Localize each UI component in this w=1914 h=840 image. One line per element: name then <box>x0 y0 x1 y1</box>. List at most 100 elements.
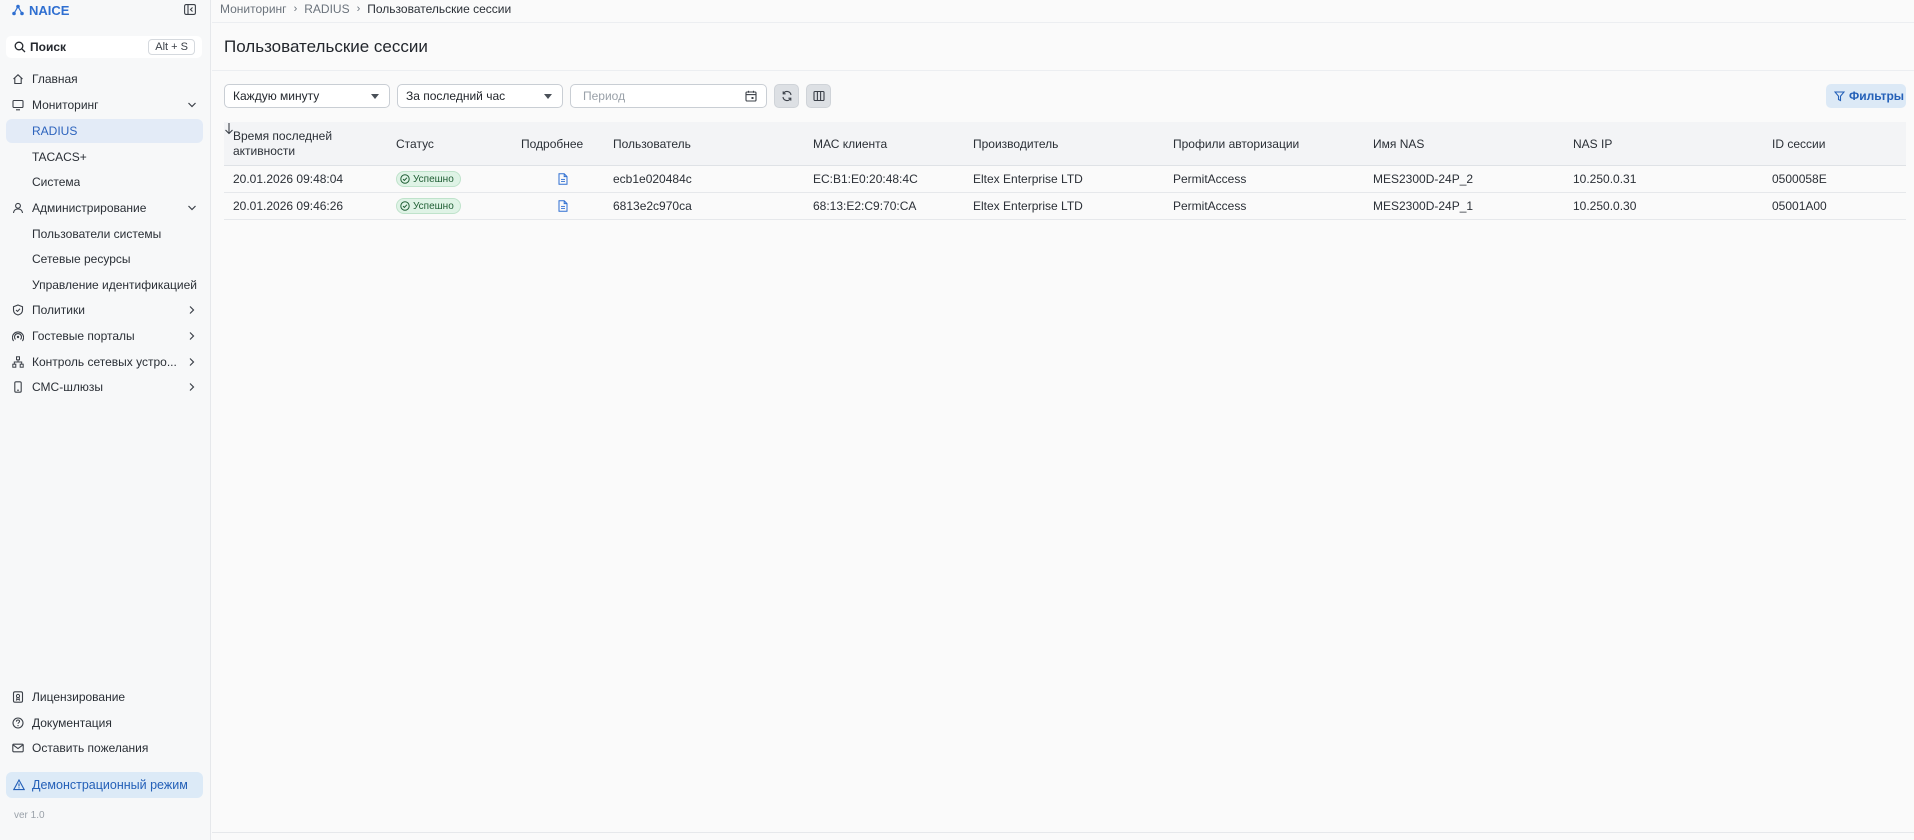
cell-details <box>558 166 568 192</box>
sidebar-item-label: TACACS+ <box>32 150 87 164</box>
cell-session-id: 0500058E <box>1772 172 1827 186</box>
sidebar-item-policies[interactable]: Политики <box>6 298 203 322</box>
app-logo[interactable]: NAICE <box>12 1 69 19</box>
demo-mode-banner[interactable]: Демонстрационный режим <box>6 772 203 798</box>
sidebar-item-feedback[interactable]: Оставить пожелания <box>6 736 203 760</box>
chevron-right-icon <box>189 383 195 391</box>
cell-mac: 68:13:E2:C9:70:CA <box>813 199 917 213</box>
sidebar-item-network-device-control[interactable]: Контроль сетевых устро... <box>6 350 203 374</box>
filters-button[interactable]: Фильтры <box>1826 84 1906 108</box>
sidebar-item-guest-portals[interactable]: Гостевые порталы <box>6 324 203 348</box>
network-icon <box>12 356 24 368</box>
sidebar-item-tacacs[interactable]: TACACS+ <box>6 145 203 169</box>
refresh-interval-select[interactable]: Каждую минуту <box>224 84 390 108</box>
chevron-right-icon: › <box>293 3 298 15</box>
sidebar-item-monitoring[interactable]: Мониторинг <box>6 93 203 117</box>
sidebar-item-licensing[interactable]: Лицензирование <box>6 685 203 709</box>
table-header: Время последней активности Статус Подроб… <box>224 122 1906 166</box>
status-badge: Успешно <box>396 171 461 187</box>
column-header-details[interactable]: Подробнее <box>521 122 583 166</box>
cell-time: 20.01.2026 09:48:04 <box>233 172 344 186</box>
column-header-nas-ip[interactable]: NAS IP <box>1573 122 1612 166</box>
column-header-status[interactable]: Статус <box>396 122 434 166</box>
help-icon <box>12 717 24 729</box>
caret-down-icon <box>371 94 379 99</box>
details-link[interactable] <box>558 173 568 185</box>
filters-label: Фильтры <box>1849 89 1905 103</box>
period-input[interactable] <box>583 89 733 103</box>
sidebar-item-documentation[interactable]: Документация <box>6 711 203 735</box>
sidebar-item-label: Пользователи системы <box>32 227 162 241</box>
breadcrumb-item-monitoring[interactable]: Мониторинг <box>220 2 287 16</box>
sidebar-item-home[interactable]: Главная <box>6 67 203 91</box>
sidebar-item-label: Политики <box>32 303 85 317</box>
search-icon <box>14 41 26 53</box>
column-header-session-id[interactable]: ID сессии <box>1772 122 1825 166</box>
sidebar-item-administration[interactable]: Администрирование <box>6 196 203 220</box>
breadcrumb: Мониторинг › RADIUS › Пользовательские с… <box>220 2 511 16</box>
logo-icon <box>12 4 24 16</box>
user-icon <box>12 202 24 214</box>
cell-auth-profile: PermitAccess <box>1173 199 1247 213</box>
search-box[interactable]: Alt + S <box>6 36 202 58</box>
cell-auth-profile: PermitAccess <box>1173 172 1247 186</box>
document-icon <box>558 200 568 212</box>
license-icon <box>12 691 24 703</box>
sidebar-item-identity-management[interactable]: Управление идентификацией <box>6 273 203 297</box>
period-picker[interactable] <box>570 84 767 108</box>
status-badge: Успешно <box>396 198 461 214</box>
breadcrumb-item-radius[interactable]: RADIUS <box>304 2 349 16</box>
table-row[interactable]: 20.01.2026 09:48:04 Успешно ecb1e020484c… <box>224 166 1906 193</box>
demo-mode-label: Демонстрационный режим <box>32 778 188 792</box>
sidebar-item-label: СМС-шлюзы <box>32 380 103 394</box>
chevron-right-icon <box>189 332 195 340</box>
refresh-button[interactable] <box>774 84 799 108</box>
filter-icon <box>1834 90 1845 101</box>
column-header-user[interactable]: Пользователь <box>613 122 691 166</box>
column-header-mac[interactable]: МАС клиента <box>813 122 887 166</box>
broadcast-icon <box>12 331 24 342</box>
cell-user: 6813e2c970ca <box>613 199 692 213</box>
sidebar-collapse-button[interactable] <box>183 2 197 16</box>
column-header-nas-name[interactable]: Имя NAS <box>1373 122 1424 166</box>
sidebar-item-label: Лицензирование <box>32 690 126 704</box>
search-input[interactable] <box>30 40 130 54</box>
columns-icon <box>812 90 825 102</box>
sidebar-item-label: Документация <box>32 716 112 730</box>
sidebar-item-sms-gateways[interactable]: СМС-шлюзы <box>6 375 203 399</box>
chevron-down-icon <box>188 102 196 108</box>
app-root: NAICE Alt + S Главная <box>0 0 1914 840</box>
columns-button[interactable] <box>806 84 831 108</box>
time-range-value: За последний час <box>406 89 506 103</box>
sidebar-item-system[interactable]: Система <box>6 170 203 194</box>
sidebar-item-label: RADIUS <box>32 124 78 138</box>
time-range-select[interactable]: За последний час <box>397 84 563 108</box>
column-header-vendor[interactable]: Производитель <box>973 122 1058 166</box>
calendar-icon[interactable] <box>745 90 757 102</box>
column-header-auth-profiles[interactable]: Профили авторизации <box>1173 122 1299 166</box>
status-label: Успешно <box>413 173 454 185</box>
cell-nas-name: MES2300D-24P_2 <box>1373 172 1474 186</box>
shield-check-icon <box>12 304 24 316</box>
cell-nas-ip: 10.250.0.30 <box>1573 199 1637 213</box>
sidebar-item-label: Система <box>32 175 81 189</box>
main-content: Мониторинг › RADIUS › Пользовательские с… <box>212 0 1914 840</box>
sidebar-item-label: Оставить пожелания <box>32 741 149 755</box>
cell-user: ecb1e020484c <box>613 172 692 186</box>
cell-time: 20.01.2026 09:46:26 <box>233 199 344 213</box>
breadcrumb-current: Пользовательские сессии <box>367 2 512 16</box>
sidebar-item-label: Контроль сетевых устро... <box>32 355 177 369</box>
details-link[interactable] <box>558 200 568 212</box>
sidebar-item-system-users[interactable]: Пользователи системы <box>6 222 203 246</box>
mail-icon <box>12 743 24 753</box>
sidebar-item-label: Главная <box>32 72 78 86</box>
sidebar-item-label: Управление идентификацией <box>32 278 197 292</box>
sidebar-item-label: Гостевые порталы <box>32 329 135 343</box>
column-header-last-activity[interactable]: Время последней активности <box>233 122 358 166</box>
sidebar-item-radius[interactable]: RADIUS <box>6 119 203 143</box>
cell-status: Успешно <box>396 193 461 219</box>
sidebar-item-network-resources[interactable]: Сетевые ресурсы <box>6 247 203 271</box>
table-row[interactable]: 20.01.2026 09:46:26 Успешно 6813e2c970ca… <box>224 193 1906 220</box>
caret-down-icon <box>544 94 552 99</box>
divider <box>212 22 1914 23</box>
